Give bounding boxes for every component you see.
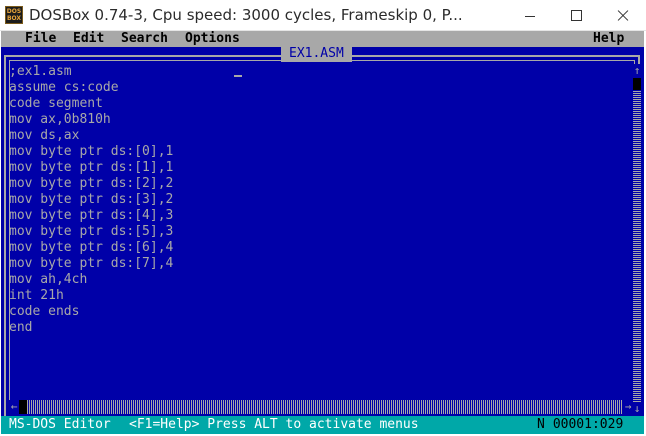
code-line[interactable]: mov byte ptr ds:[1],1 — [9, 160, 629, 176]
code-line[interactable]: ;ex1.asm — [9, 64, 629, 80]
status-position: N 00001:029 — [537, 416, 624, 434]
status-hint: <F1=Help> Press ALT to activate menus — [129, 417, 419, 432]
vertical-scroll-thumb[interactable] — [633, 78, 641, 90]
code-line[interactable]: mov byte ptr ds:[0],1 — [9, 144, 629, 160]
menu-file[interactable]: File — [25, 31, 56, 47]
code-line[interactable]: mov byte ptr ds:[7],4 — [9, 256, 629, 272]
code-line[interactable]: mov byte ptr ds:[3],2 — [9, 192, 629, 208]
close-button[interactable] — [600, 0, 646, 31]
minimize-button[interactable] — [507, 0, 553, 31]
menu-bar: File Edit Search Options Help — [1, 31, 644, 47]
cursor-position: 00001:029 — [552, 417, 624, 432]
document-title: EX1.ASM — [281, 46, 352, 62]
maximize-button[interactable] — [553, 0, 599, 31]
code-line[interactable]: mov byte ptr ds:[6],4 — [9, 240, 629, 256]
status-bar: MS-DOS Editor <F1=Help> Press ALT to act… — [1, 416, 644, 434]
scroll-up-arrow[interactable]: ↑ — [633, 64, 641, 78]
menu-edit[interactable]: Edit — [73, 31, 104, 47]
code-line[interactable]: code ends — [9, 304, 629, 320]
scroll-right-arrow[interactable]: → — [623, 400, 633, 414]
menu-help[interactable]: Help — [593, 31, 624, 47]
dosbox-app-icon: DOS BOX — [5, 6, 23, 24]
code-line[interactable]: mov byte ptr ds:[4],3 — [9, 208, 629, 224]
scroll-left-arrow[interactable]: ← — [9, 400, 19, 414]
window-title: DOSBox 0.74-3, Cpu speed: 3000 cycles, F… — [29, 6, 463, 24]
horizontal-scrollbar[interactable]: ← → — [9, 400, 633, 414]
status-mode: N — [537, 417, 545, 432]
status-app-name: MS-DOS Editor — [9, 417, 111, 432]
vertical-scroll-track[interactable] — [633, 78, 641, 402]
code-line[interactable]: mov ax,0b810h — [9, 112, 629, 128]
code-line[interactable]: mov byte ptr ds:[5],3 — [9, 224, 629, 240]
scroll-down-arrow[interactable]: ↓ — [633, 402, 641, 416]
menu-options[interactable]: Options — [185, 31, 240, 47]
menu-search[interactable]: Search — [121, 31, 168, 47]
window-titlebar[interactable]: DOS BOX DOSBox 0.74-3, Cpu speed: 3000 c… — [0, 0, 646, 31]
vertical-scrollbar[interactable]: ↑ ↓ — [633, 64, 641, 416]
text-cursor — [234, 75, 242, 77]
code-line[interactable]: mov ds,ax — [9, 128, 629, 144]
code-editor-area[interactable]: ;ex1.asm assume cs:code code segment mov ax… — [9, 64, 629, 336]
code-line[interactable]: code segment — [9, 96, 629, 112]
icon-text-bottom: BOX — [6, 15, 22, 22]
icon-text-top: DOS — [6, 8, 22, 15]
code-line[interactable]: assume cs:code — [9, 80, 629, 96]
code-line[interactable]: mov ah,4ch — [9, 272, 629, 288]
code-line[interactable]: end — [9, 320, 629, 336]
dos-screen[interactable]: File Edit Search Options Help EX1.ASM ;e… — [1, 31, 644, 434]
code-line[interactable]: int 21h — [9, 288, 629, 304]
horizontal-scroll-thumb[interactable] — [19, 400, 27, 414]
code-line[interactable]: mov byte ptr ds:[2],2 — [9, 176, 629, 192]
